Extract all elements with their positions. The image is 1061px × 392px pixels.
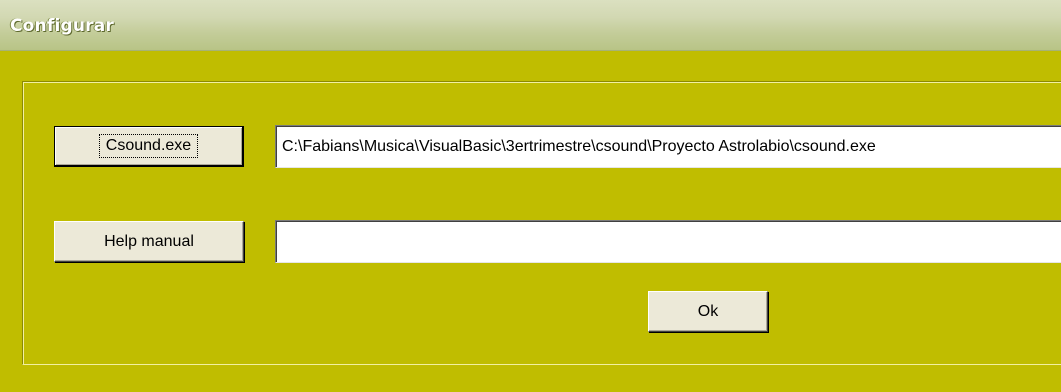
window-title: Configurar <box>10 16 114 36</box>
title-bar[interactable]: Configurar <box>0 0 1061 51</box>
ok-button[interactable]: Ok <box>648 291 768 332</box>
help-manual-button-label: Help manual <box>104 232 194 250</box>
help-manual-button[interactable]: Help manual <box>54 221 244 262</box>
help-manual-path-field[interactable] <box>275 220 1061 263</box>
dialog-body: Csound.exe C:\Fabians\Musica\VisualBasic… <box>0 51 1061 392</box>
csound-exe-button[interactable]: Csound.exe <box>54 126 244 167</box>
ok-button-label: Ok <box>697 302 719 320</box>
config-window: Configurar Csound.exe C:\Fabians\Musica\… <box>0 0 1061 392</box>
csound-exe-button-label: Csound.exe <box>98 134 199 158</box>
csound-path-field[interactable]: C:\Fabians\Musica\VisualBasic\3ertrimest… <box>275 125 1061 168</box>
